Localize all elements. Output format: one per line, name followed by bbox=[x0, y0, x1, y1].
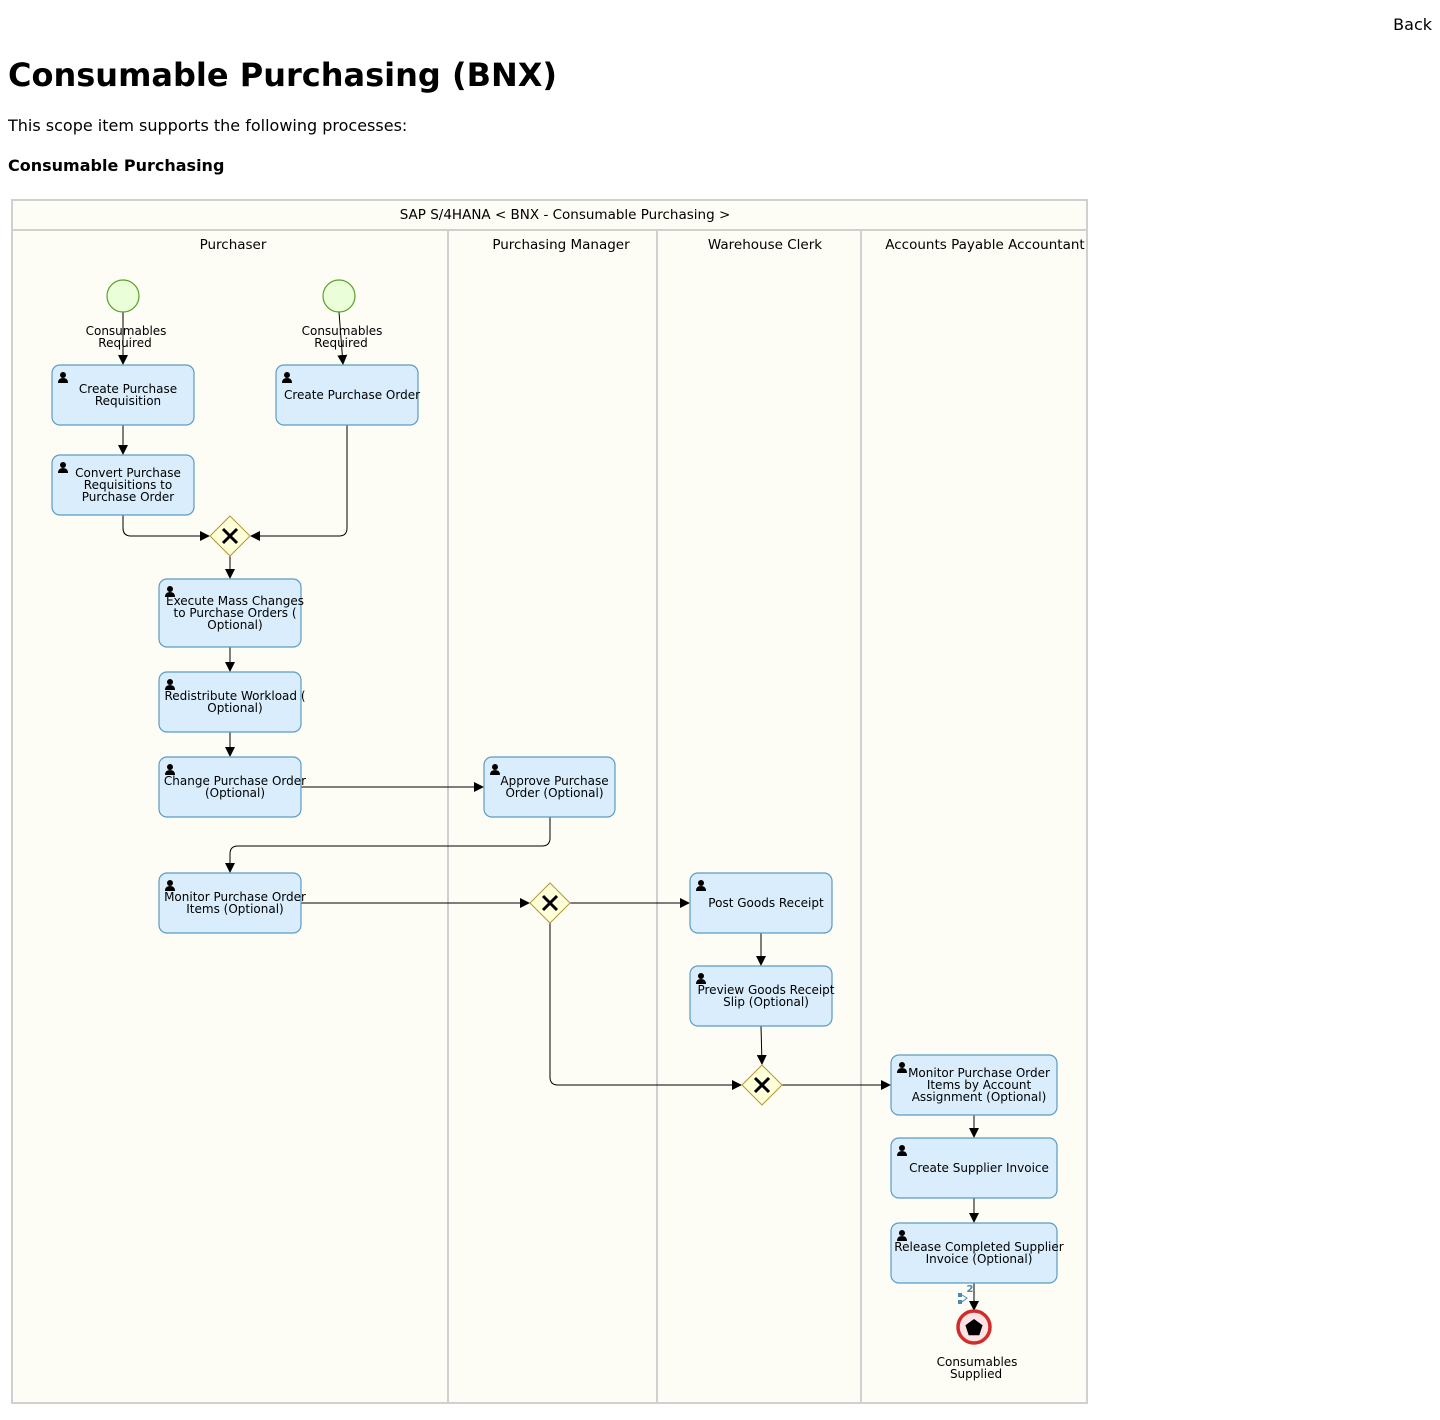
task-label: Order (Optional) bbox=[505, 786, 603, 800]
process-diagram: SAP S/4HANA < BNX - Consumable Purchasin… bbox=[11, 199, 1088, 1404]
task-create-supplier-invoice[interactable]: Create Supplier Invoice bbox=[890, 1137, 1058, 1199]
lane-title-purchasing-manager: Purchasing Manager bbox=[492, 237, 630, 253]
pool-title: SAP S/4HANA < BNX - Consumable Purchasin… bbox=[400, 207, 731, 223]
task-create-purchase-order[interactable]: Create Purchase Order bbox=[275, 364, 420, 426]
badge-count: 2 bbox=[967, 1284, 974, 1295]
task-label: Post Goods Receipt bbox=[708, 896, 824, 910]
start-event-label: Required bbox=[98, 336, 151, 350]
task-label: Optional) bbox=[207, 701, 262, 715]
task-label: Invoice (Optional) bbox=[926, 1252, 1033, 1266]
task-approve-purchase-order-optional[interactable]: Approve PurchaseOrder (Optional) bbox=[483, 756, 616, 818]
task-label: Create Purchase Order bbox=[284, 388, 420, 402]
task-redistribute-workload-optional[interactable]: Redistribute Workload (Optional) bbox=[158, 671, 306, 733]
task-label: Requisition bbox=[95, 394, 161, 408]
task-execute-mass-changes-to-purchase-orders-optional[interactable]: Execute Mass Changesto Purchase Orders (… bbox=[158, 578, 304, 648]
task-create-purchase-requisition[interactable]: Create PurchaseRequisition bbox=[51, 364, 195, 426]
task-convert-purchase-requisitions-to-purchase-order[interactable]: Convert PurchaseRequisitions toPurchase … bbox=[51, 454, 195, 516]
task-label: Purchase Order bbox=[82, 490, 174, 504]
lane-title-accounts-payable-accountant: Accounts Payable Accountant bbox=[885, 237, 1084, 253]
task-change-purchase-order-optional[interactable]: Change Purchase Order(Optional) bbox=[158, 756, 306, 818]
task-label: Create Supplier Invoice bbox=[909, 1161, 1049, 1175]
lane-title-warehouse-clerk: Warehouse Clerk bbox=[708, 237, 822, 253]
lane-title-purchaser: Purchaser bbox=[200, 237, 267, 253]
task-post-goods-receipt[interactable]: Post Goods Receipt bbox=[689, 872, 833, 934]
task-monitor-purchase-order-items-by-account-assignment-optional[interactable]: Monitor Purchase OrderItems by AccountAs… bbox=[890, 1054, 1058, 1116]
task-preview-goods-receipt-slip-optional[interactable]: Preview Goods ReceiptSlip (Optional) bbox=[689, 965, 835, 1027]
task-label: (Optional) bbox=[205, 786, 265, 800]
task-release-completed-supplier-invoice-optional[interactable]: Release Completed SupplierInvoice (Optio… bbox=[890, 1222, 1064, 1284]
task-monitor-purchase-order-items-optional[interactable]: Monitor Purchase OrderItems (Optional) bbox=[158, 872, 306, 934]
task-label: Optional) bbox=[207, 618, 262, 632]
task-label: Assignment (Optional) bbox=[912, 1090, 1047, 1104]
task-label: Slip (Optional) bbox=[723, 995, 809, 1009]
start-event-label: Required bbox=[314, 336, 367, 350]
task-label: Items (Optional) bbox=[186, 902, 283, 916]
end-event-label: Supplied bbox=[950, 1367, 1002, 1381]
